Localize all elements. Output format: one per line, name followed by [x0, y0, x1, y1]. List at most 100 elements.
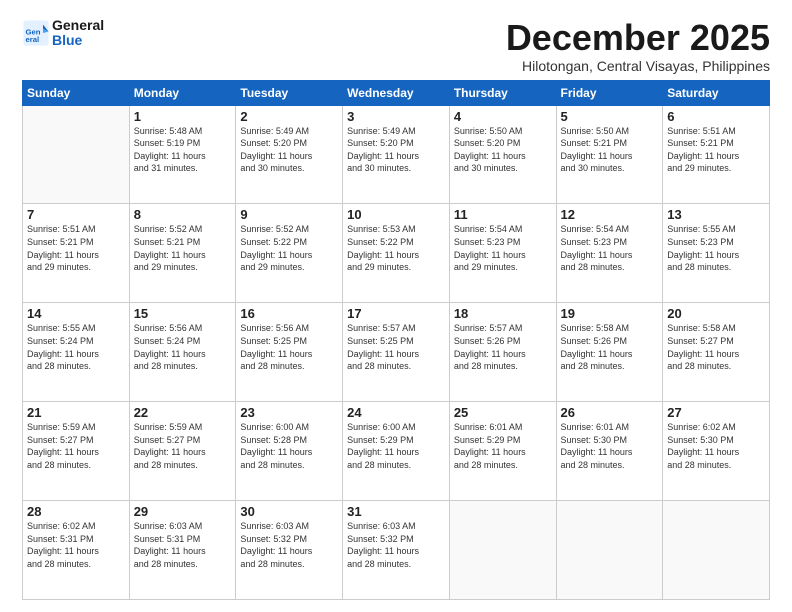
day-info-line: Daylight: 11 hours [347, 546, 419, 556]
day-info-line: Daylight: 11 hours [561, 250, 633, 260]
day-info: Sunrise: 6:01 AMSunset: 5:30 PMDaylight:… [561, 421, 659, 471]
day-info-line: and 28 minutes. [240, 559, 304, 569]
day-info-line: and 29 minutes. [240, 262, 304, 272]
day-info-line: Sunrise: 5:50 AM [561, 126, 630, 136]
calendar-cell: 5Sunrise: 5:50 AMSunset: 5:21 PMDaylight… [556, 105, 663, 204]
day-info-line: Daylight: 11 hours [561, 447, 633, 457]
day-number: 13 [667, 207, 765, 222]
day-info: Sunrise: 6:01 AMSunset: 5:29 PMDaylight:… [454, 421, 552, 471]
day-info-line: Sunset: 5:32 PM [347, 534, 414, 544]
calendar-cell: 6Sunrise: 5:51 AMSunset: 5:21 PMDaylight… [663, 105, 770, 204]
day-info-line: Daylight: 11 hours [667, 447, 739, 457]
day-info: Sunrise: 5:51 AMSunset: 5:21 PMDaylight:… [667, 125, 765, 175]
day-info-line: Sunrise: 5:54 AM [454, 224, 523, 234]
day-info-line: Sunrise: 5:57 AM [347, 323, 416, 333]
day-info: Sunrise: 6:03 AM Sunset: 5:32 PM Daylight:… [347, 520, 445, 570]
day-info-line: Sunrise: 5:56 AM [134, 323, 203, 333]
day-info-line: Sunset: 5:27 PM [27, 435, 94, 445]
day-info-line: Sunset: 5:31 PM [27, 534, 94, 544]
main-title: December 2025 [506, 18, 770, 58]
day-info: Sunrise: 6:03 AMSunset: 5:32 PMDaylight:… [240, 520, 338, 570]
calendar-cell: 19Sunrise: 5:58 AMSunset: 5:26 PMDayligh… [556, 303, 663, 402]
calendar-week-2: 7Sunrise: 5:51 AMSunset: 5:21 PMDaylight… [23, 204, 770, 303]
day-number: 28 [27, 504, 125, 519]
calendar-cell [23, 105, 130, 204]
subtitle: Hilotongan, Central Visayas, Philippines [506, 58, 770, 74]
day-info-line: Sunset: 5:21 PM [134, 237, 201, 247]
day-info-line: Sunrise: 5:53 AM [347, 224, 416, 234]
day-info: Sunrise: 5:50 AMSunset: 5:21 PMDaylight:… [561, 125, 659, 175]
day-info-line: Sunrise: 6:02 AM [667, 422, 736, 432]
calendar-cell: 30Sunrise: 6:03 AMSunset: 5:32 PMDayligh… [236, 501, 343, 600]
calendar-cell: 4Sunrise: 5:50 AMSunset: 5:20 PMDaylight… [449, 105, 556, 204]
svg-text:eral: eral [26, 35, 40, 44]
calendar-cell [663, 501, 770, 600]
day-number: 25 [454, 405, 552, 420]
logo: Gen eral General Blue [22, 18, 104, 49]
day-info-line: Sunrise: 5:48 AM [134, 126, 203, 136]
day-info-line: and 31 minutes. [134, 163, 198, 173]
day-info-line: Daylight: 11 hours [667, 151, 739, 161]
day-info: Sunrise: 5:58 AMSunset: 5:27 PMDaylight:… [667, 322, 765, 372]
weekday-header-tuesday: Tuesday [236, 80, 343, 105]
day-info-line: Sunrise: 5:52 AM [134, 224, 203, 234]
day-info-line: Sunset: 5:30 PM [561, 435, 628, 445]
day-number: 17 [347, 306, 445, 321]
calendar-cell: 28Sunrise: 6:02 AMSunset: 5:31 PMDayligh… [23, 501, 130, 600]
day-number: 6 [667, 109, 765, 124]
calendar-cell: 29Sunrise: 6:03 AMSunset: 5:31 PMDayligh… [129, 501, 236, 600]
calendar-cell: 2Sunrise: 5:49 AMSunset: 5:20 PMDaylight… [236, 105, 343, 204]
day-info: Sunrise: 5:56 AMSunset: 5:24 PMDaylight:… [134, 322, 232, 372]
day-info-line: Sunset: 5:21 PM [561, 138, 628, 148]
day-info-line: Sunset: 5:19 PM [134, 138, 201, 148]
day-info-line: and 28 minutes. [27, 460, 91, 470]
day-info-line: and 30 minutes. [347, 163, 411, 173]
calendar-cell: 25Sunrise: 6:01 AMSunset: 5:29 PMDayligh… [449, 402, 556, 501]
calendar-week-5: 28 Sunrise: 6:02 AM Sunset: 5:31 PM Dayligh… [23, 501, 770, 600]
calendar-cell: 22Sunrise: 5:59 AMSunset: 5:27 PMDayligh… [129, 402, 236, 501]
calendar-cell: 26Sunrise: 6:01 AMSunset: 5:30 PMDayligh… [556, 402, 663, 501]
day-info-line: and 28 minutes. [454, 361, 518, 371]
day-number: 10 [347, 207, 445, 222]
day-info-line: Sunset: 5:26 PM [561, 336, 628, 346]
day-number: 22 [134, 405, 232, 420]
day-info: Sunrise: 5:58 AMSunset: 5:26 PMDaylight:… [561, 322, 659, 372]
calendar-cell: 27Sunrise: 6:02 AMSunset: 5:30 PMDayligh… [663, 402, 770, 501]
day-info: Sunrise: 5:59 AMSunset: 5:27 PMDaylight:… [134, 421, 232, 471]
day-info-line: Sunset: 5:29 PM [454, 435, 521, 445]
day-info-line: Sunrise: 5:56 AM [240, 323, 309, 333]
day-info-line: and 30 minutes. [561, 163, 625, 173]
day-info-line: and 28 minutes. [27, 559, 91, 569]
calendar-cell: 13Sunrise: 5:55 AMSunset: 5:23 PMDayligh… [663, 204, 770, 303]
day-info-line: Sunset: 5:25 PM [347, 336, 414, 346]
day-info-line: and 28 minutes. [561, 262, 625, 272]
calendar-week-4: 21Sunrise: 5:59 AMSunset: 5:27 PMDayligh… [23, 402, 770, 501]
day-number: 9 [240, 207, 338, 222]
day-info-line: Daylight: 11 hours [27, 447, 99, 457]
day-info-line: Sunset: 5:23 PM [667, 237, 734, 247]
day-info-line: Daylight: 11 hours [27, 250, 99, 260]
weekday-header-saturday: Saturday [663, 80, 770, 105]
day-info-line: Sunrise: 6:00 AM [240, 422, 309, 432]
calendar-cell: 1Sunrise: 5:48 AMSunset: 5:19 PMDaylight… [129, 105, 236, 204]
day-info-line: and 30 minutes. [454, 163, 518, 173]
weekday-header-monday: Monday [129, 80, 236, 105]
calendar-cell: 21Sunrise: 5:59 AMSunset: 5:27 PMDayligh… [23, 402, 130, 501]
day-info: Sunrise: 5:56 AMSunset: 5:25 PMDaylight:… [240, 322, 338, 372]
day-info: Sunrise: 5:50 AMSunset: 5:20 PMDaylight:… [454, 125, 552, 175]
day-info: Sunrise: 5:49 AMSunset: 5:20 PMDaylight:… [240, 125, 338, 175]
day-info: Sunrise: 5:49 AMSunset: 5:20 PMDaylight:… [347, 125, 445, 175]
day-number: 20 [667, 306, 765, 321]
day-info-line: and 28 minutes. [561, 361, 625, 371]
day-info-line: Sunrise: 5:51 AM [27, 224, 96, 234]
day-info-line: Sunrise: 6:02 AM [27, 521, 96, 531]
day-info-line: Daylight: 11 hours [667, 250, 739, 260]
day-info-line: Sunrise: 5:50 AM [454, 126, 523, 136]
calendar-cell: 18Sunrise: 5:57 AMSunset: 5:26 PMDayligh… [449, 303, 556, 402]
calendar-cell: 23Sunrise: 6:00 AMSunset: 5:28 PMDayligh… [236, 402, 343, 501]
calendar-week-1: 1Sunrise: 5:48 AMSunset: 5:19 PMDaylight… [23, 105, 770, 204]
weekday-header-row: SundayMondayTuesdayWednesdayThursdayFrid… [23, 80, 770, 105]
day-info-line: Sunrise: 6:00 AM [347, 422, 416, 432]
day-info-line: Daylight: 11 hours [240, 151, 312, 161]
day-info-line: Sunrise: 6:03 AM [347, 521, 416, 531]
